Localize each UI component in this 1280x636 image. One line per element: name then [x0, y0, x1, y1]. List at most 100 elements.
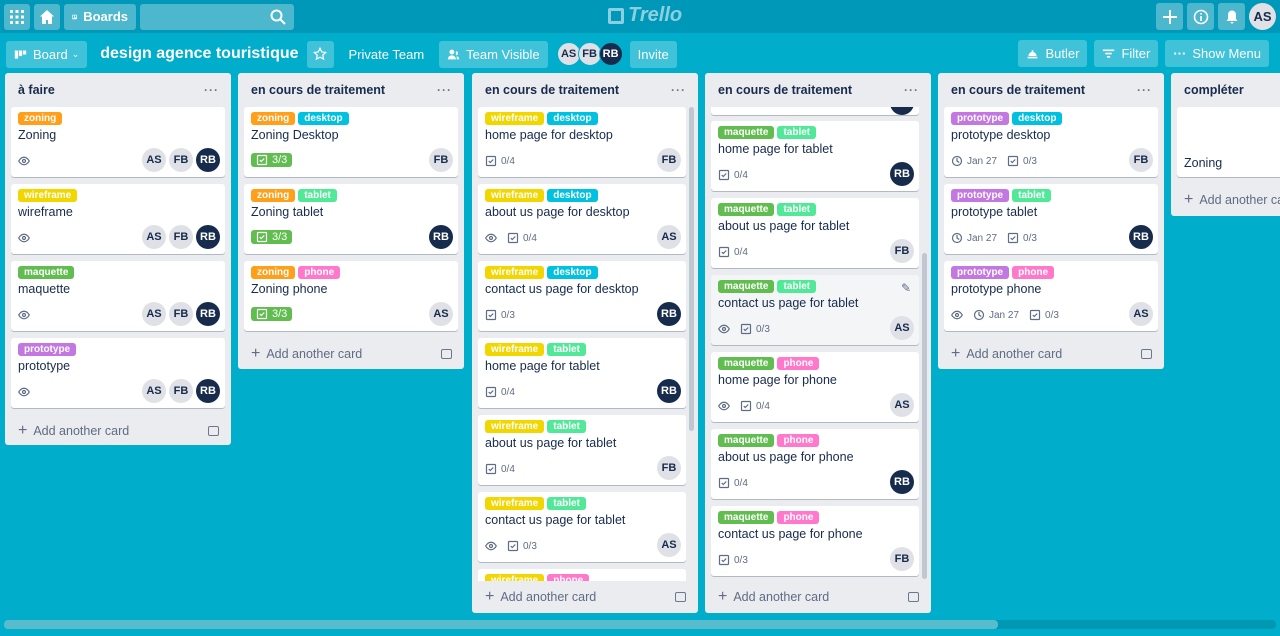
create-button[interactable]	[1156, 3, 1183, 30]
card-label[interactable]: phone	[777, 511, 820, 524]
card-label[interactable]: desktop	[547, 266, 598, 279]
card-label[interactable]: zoning	[18, 112, 63, 125]
member-avatar[interactable]: RB	[598, 42, 623, 66]
card-label[interactable]: wireframe	[485, 574, 545, 581]
card[interactable]: maquette tablet ✎ contact us page for table…	[711, 275, 919, 345]
card[interactable]: maquette maquette AS FB RB	[11, 261, 225, 331]
card-label[interactable]: zoning	[251, 189, 296, 202]
board-title[interactable]: design agence touristique	[100, 45, 298, 63]
card[interactable]: prototype prototype AS FB RB	[11, 338, 225, 408]
card-member-avatar[interactable]: AS	[142, 225, 166, 249]
card[interactable]: prototype tablet prototype tablet Jan 27 0/3…	[944, 184, 1158, 254]
card-template-icon[interactable]	[441, 349, 452, 359]
list-title[interactable]: compléter	[1184, 83, 1244, 97]
home-button[interactable]	[34, 3, 60, 30]
show-menu-button[interactable]: ··· Show Menu	[1165, 40, 1269, 67]
card-label[interactable]: prototype	[951, 112, 1010, 125]
list-menu-icon[interactable]: ···	[671, 83, 686, 97]
card-member-avatar[interactable]: RB	[196, 379, 220, 403]
card[interactable]: wireframe wireframe AS FB RB	[11, 184, 225, 254]
list-title[interactable]: en cours de traitement	[251, 83, 385, 97]
card[interactable]: wireframe tablet home page for tablet 0/4 RB	[478, 338, 686, 408]
card-member-avatar[interactable]: FB	[429, 148, 453, 172]
visibility-button[interactable]: Team Visible	[439, 40, 548, 68]
card[interactable]: wireframe desktop about us page for deskto…	[478, 184, 686, 254]
add-card-button[interactable]: + Add another card	[938, 338, 1164, 370]
card[interactable]: zoning Zoning AS FB RB	[11, 107, 225, 177]
card[interactable]: zoning desktop Zoning Desktop 3/3 FB	[244, 107, 458, 177]
card-member-avatar[interactable]: FB	[1129, 148, 1153, 172]
card[interactable]: maquette phone contact us page for phone 0/…	[711, 506, 919, 576]
card[interactable]: zoning tablet Zoning tablet 3/3 RB	[244, 184, 458, 254]
card-label[interactable]: tablet	[777, 203, 817, 216]
list-title[interactable]: à faire	[18, 83, 55, 97]
search-input[interactable]	[140, 3, 294, 30]
card-label[interactable]: tablet	[547, 420, 586, 433]
list-title[interactable]: en cours de traitement	[951, 83, 1085, 97]
card[interactable]: maquette tablet home page for tablet 0/4 RB	[711, 121, 919, 191]
card-label[interactable]: zoning	[251, 112, 296, 125]
list-menu-icon[interactable]: ···	[1137, 83, 1152, 97]
add-card-button[interactable]: + Add another card	[705, 581, 931, 613]
card-member-avatar[interactable]: AS	[657, 225, 681, 249]
card-template-icon[interactable]	[1141, 349, 1152, 359]
card-template-icon[interactable]	[675, 592, 686, 602]
card-label[interactable]: desktop	[1012, 112, 1063, 125]
card-label[interactable]: wireframe	[485, 266, 545, 279]
card-label[interactable]: desktop	[298, 112, 349, 125]
card[interactable]: prototype phone prototype phone Jan 27 0/3 AS	[944, 261, 1158, 331]
card-member-avatar[interactable]: RB	[196, 302, 220, 326]
list-menu-icon[interactable]: ···	[904, 83, 919, 97]
card-member-avatar[interactable]: FB	[657, 148, 681, 172]
card-member-avatar[interactable]: FB	[169, 225, 193, 249]
add-card-button[interactable]: + Add another card	[238, 338, 464, 370]
card-label[interactable]: tablet	[777, 126, 817, 139]
invite-button[interactable]: Invite	[629, 40, 677, 68]
card[interactable]: wireframe desktop contact us page for desk…	[478, 261, 686, 331]
card-label[interactable]: maquette	[718, 126, 775, 139]
card-label[interactable]: tablet	[777, 280, 817, 293]
card-label[interactable]: prototype	[951, 266, 1010, 279]
card-label[interactable]: wireframe	[485, 420, 545, 433]
card-member-avatar[interactable]: FB	[890, 547, 914, 571]
boards-button[interactable]: Boards	[64, 3, 136, 30]
card-member-avatar[interactable]: AS	[890, 393, 914, 417]
card[interactable]: wireframe tablet contact us page for table…	[478, 492, 686, 562]
card-label[interactable]: prototype	[18, 343, 77, 356]
card-label[interactable]: wireframe	[485, 497, 545, 510]
card-member-avatar[interactable]: FB	[657, 456, 681, 480]
list-menu-icon[interactable]: ···	[204, 83, 219, 97]
card-label[interactable]: wireframe	[485, 343, 545, 356]
card-member-avatar[interactable]: FB	[169, 302, 193, 326]
card-member-avatar[interactable]: AS	[1129, 302, 1153, 326]
list-scrollbar[interactable]	[922, 253, 927, 579]
card-label[interactable]: maquette	[718, 434, 775, 447]
card-member-avatar[interactable]: FB	[169, 148, 193, 172]
card[interactable]: maquette phone home page for phone 0/4 AS	[711, 352, 919, 422]
card[interactable]: wireframe phone	[478, 569, 686, 581]
add-card-button[interactable]: + Add another card	[472, 581, 698, 613]
card-label[interactable]: zoning	[251, 266, 296, 279]
card-label[interactable]: wireframe	[485, 112, 545, 125]
card-member-avatar[interactable]: RB	[196, 225, 220, 249]
card-label[interactable]: maquette	[718, 280, 775, 293]
card[interactable]: maquette phone about us page for phone 0/4 R…	[711, 429, 919, 499]
card-label[interactable]: phone	[298, 266, 341, 279]
filter-button[interactable]: Filter	[1094, 40, 1159, 67]
card-member-avatar[interactable]: RB	[196, 148, 220, 172]
card-member-avatar[interactable]: AS	[657, 533, 681, 557]
team-button[interactable]: Private Team	[341, 41, 433, 68]
card-label[interactable]: prototype	[951, 189, 1010, 202]
card-label[interactable]: wireframe	[485, 189, 545, 202]
card[interactable]: maquette tablet about us page for tablet 0/…	[711, 198, 919, 268]
card-label[interactable]: maquette	[718, 357, 775, 370]
info-button[interactable]	[1187, 3, 1214, 30]
card-member-avatar[interactable]: RB	[890, 470, 914, 494]
card-label[interactable]: wireframe	[18, 189, 78, 202]
card-label[interactable]: tablet	[298, 189, 337, 202]
user-avatar[interactable]: AS	[1249, 3, 1276, 30]
card[interactable]: Zoning	[1177, 107, 1280, 177]
card-partial[interactable]	[711, 107, 919, 115]
list-title[interactable]: en cours de traitement	[718, 83, 852, 97]
card-label[interactable]: phone	[777, 434, 820, 447]
